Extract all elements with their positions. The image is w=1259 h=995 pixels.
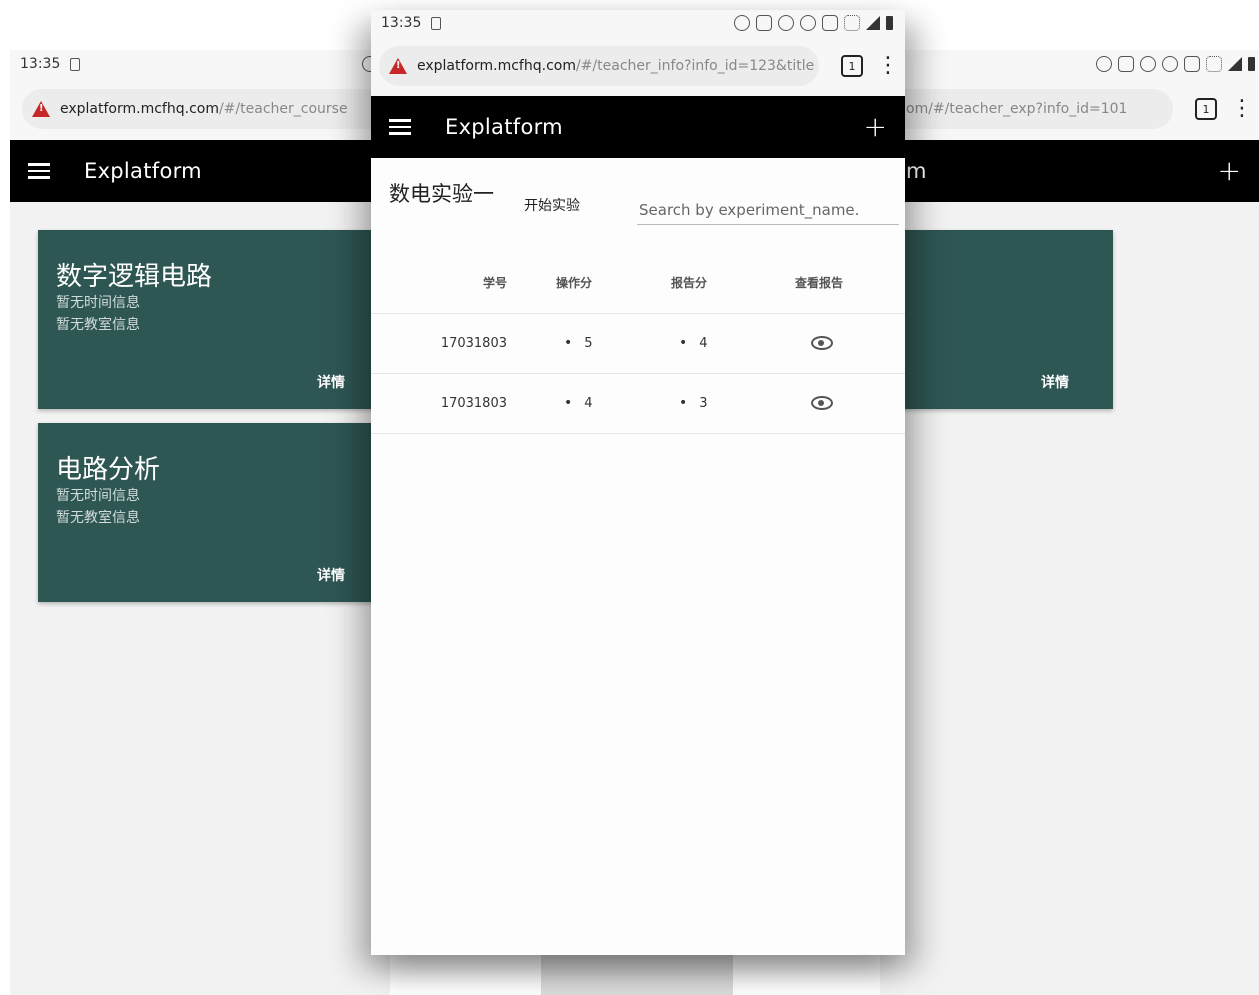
more-options-icon[interactable]: ⋮ <box>1231 98 1253 120</box>
sim-icon <box>70 57 81 71</box>
hotspot-icon <box>1162 56 1178 72</box>
address-bar: explatform.mcfhq.com/#/teacher_course <box>10 78 390 140</box>
not-secure-warning-icon[interactable] <box>389 58 407 74</box>
table-row: 17031803 • 5 • 4 <box>371 313 905 374</box>
background-right-window: om/#/teacher_exp?info_id=101 1 ⋮ m + <box>880 50 1259 995</box>
course-detail-button[interactable]: 详情 <box>317 372 345 392</box>
tab-switcher-button[interactable]: 1 <box>1195 98 1217 120</box>
table-row: 17031803 • 4 • 3 <box>371 373 905 434</box>
alarm-icon <box>734 15 750 31</box>
column-header-op-score: 操作分 <box>551 253 666 314</box>
battery-icon <box>1248 57 1255 71</box>
column-header-report-score: 报告分 <box>666 253 781 314</box>
not-secure-warning-icon[interactable] <box>32 101 50 117</box>
bullet-icon: • <box>564 335 573 351</box>
url-host: explatform.mcfhq.com <box>417 58 576 74</box>
hotspot-icon <box>800 15 816 31</box>
alarm-icon <box>1096 56 1112 72</box>
course-room: 暂无教室信息 <box>56 317 140 333</box>
op-score: 4 <box>584 396 593 411</box>
column-header-view-report: 查看报告 <box>781 253 905 314</box>
status-time: 13:35 <box>20 56 61 72</box>
menu-icon[interactable] <box>389 119 411 135</box>
course-title: 数字逻辑电路 <box>56 262 213 292</box>
data-icon <box>1206 56 1222 72</box>
view-report-eye-icon[interactable] <box>811 336 833 350</box>
status-bar: 13:35 <box>10 50 390 78</box>
url-path: /#/teacher_course <box>218 101 348 117</box>
url-field[interactable]: om/#/teacher_exp?info_id=101 <box>880 89 1173 129</box>
app-toolbar: m + <box>880 140 1259 202</box>
course-card[interactable]: 数字逻辑电路 暂无时间信息 暂无教室信息 详情 <box>38 230 378 409</box>
status-time: 13:35 <box>381 15 422 31</box>
address-bar: om/#/teacher_exp?info_id=101 1 ⋮ <box>880 78 1259 140</box>
signal-icon <box>866 16 880 30</box>
app-title: Explatform <box>445 115 563 139</box>
grades-table: 学号 操作分 报告分 查看报告 17031803 • 5 • 4 17031803 … <box>371 253 905 434</box>
address-bar: explatform.mcfhq.com/#/teacher_info?info… <box>371 36 905 96</box>
course-title: 电路分析 <box>56 455 161 485</box>
start-experiment-button[interactable]: 开始实验 <box>524 195 580 215</box>
experiment-header: 数电实验一 开始实验 <box>371 158 905 253</box>
bullet-icon: • <box>679 335 688 351</box>
status-bar <box>880 50 1259 78</box>
add-icon[interactable]: + <box>1218 157 1241 185</box>
cast-icon <box>1118 56 1134 72</box>
experiment-title: 数电实验一 <box>389 182 494 206</box>
app-toolbar: Explatform <box>10 140 390 202</box>
course-room: 暂无教室信息 <box>56 510 140 526</box>
report-score: 4 <box>699 336 708 351</box>
bullet-icon: • <box>564 395 573 411</box>
op-score: 5 <box>584 336 593 351</box>
url-field[interactable]: explatform.mcfhq.com/#/teacher_info?info… <box>379 46 819 86</box>
course-detail-button[interactable]: 详情 <box>317 565 345 585</box>
course-time: 暂无时间信息 <box>56 295 140 311</box>
view-report-eye-icon[interactable] <box>811 396 833 410</box>
battery-icon <box>886 16 893 30</box>
more-options-icon[interactable]: ⋮ <box>877 55 899 77</box>
table-header-row: 学号 操作分 报告分 查看报告 <box>371 253 905 314</box>
report-score: 3 <box>699 396 708 411</box>
hd-icon <box>822 15 838 31</box>
vibrate-icon <box>1140 56 1156 72</box>
tab-switcher-button[interactable]: 1 <box>841 55 863 77</box>
signal-icon <box>1228 57 1242 71</box>
experiment-card[interactable]: 详情 <box>880 230 1113 409</box>
app-title: Explatform <box>84 159 202 183</box>
search-input[interactable] <box>637 196 899 225</box>
course-card[interactable]: 电路分析 暂无时间信息 暂无教室信息 详情 <box>38 423 378 602</box>
add-icon[interactable]: + <box>864 113 887 141</box>
experiment-detail-button[interactable]: 详情 <box>1041 372 1069 392</box>
url-path: om/#/teacher_exp?info_id=101 <box>906 101 1128 117</box>
background-strip <box>541 955 733 995</box>
url-host: explatform.mcfhq.com <box>60 101 219 117</box>
url-path: /#/teacher_info?info_id=123&title <box>575 58 815 74</box>
student-id: 17031803 <box>371 373 551 434</box>
foreground-window: 13:35 explatform.mcfhq.com/#/teacher_inf… <box>371 10 905 955</box>
column-header-student-id: 学号 <box>371 253 551 314</box>
data-icon <box>844 15 860 31</box>
hd-icon <box>1184 56 1200 72</box>
student-id: 17031803 <box>371 313 551 374</box>
url-field[interactable]: explatform.mcfhq.com/#/teacher_course <box>22 89 382 129</box>
menu-icon[interactable] <box>28 163 50 179</box>
status-bar: 13:35 <box>371 10 905 36</box>
sim-icon <box>431 16 442 30</box>
app-toolbar: Explatform + <box>371 96 905 158</box>
bullet-icon: • <box>679 395 688 411</box>
vibrate-icon <box>778 15 794 31</box>
cast-icon <box>756 15 772 31</box>
course-time: 暂无时间信息 <box>56 488 140 504</box>
app-title-fragment: m <box>906 159 927 183</box>
